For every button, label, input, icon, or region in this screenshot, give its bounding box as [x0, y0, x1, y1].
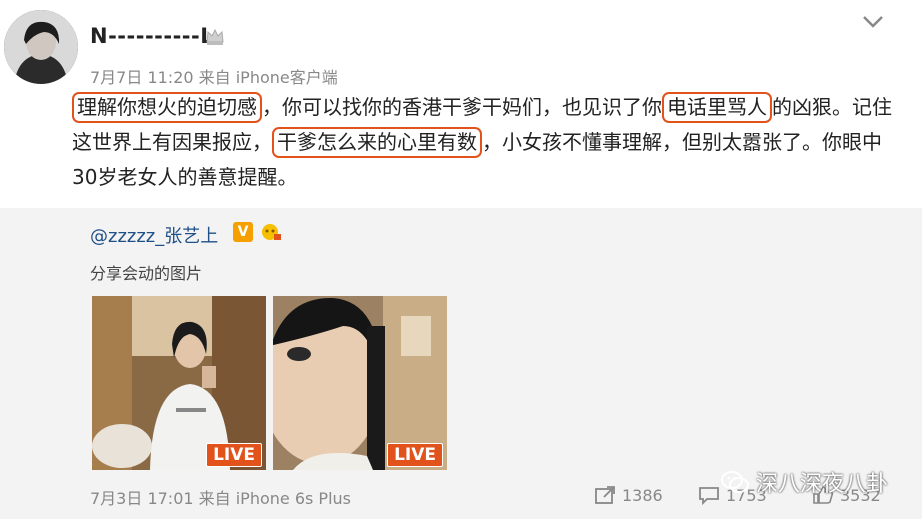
post-body: 理解你想火的迫切感 ，你可以找你的香港干爹干妈们，也见识了你 电话里骂人 的凶狠。记住…: [72, 90, 902, 195]
repost-count: 1386: [622, 485, 663, 505]
wechat-icon: [721, 471, 749, 493]
repost-image[interactable]: LIVE: [92, 296, 266, 470]
highlight-box: 理解你想火的迫切感: [72, 92, 262, 123]
watermark: 深八深夜八卦: [720, 466, 888, 498]
member-badge-icon: [262, 224, 281, 240]
repost-username[interactable]: @zzzzz_张艺上: [90, 222, 218, 248]
repost-time: 7月3日 17:01 来自 iPhone 6s Plus: [90, 489, 351, 508]
comment-icon: [699, 487, 719, 505]
repost-image[interactable]: LIVE: [273, 296, 447, 470]
crown-icon: [206, 28, 224, 45]
avatar[interactable]: [4, 10, 78, 84]
highlight-box: 干爹怎么来的心里有数: [272, 127, 482, 158]
repost-text: 分享会动的图片: [90, 264, 203, 283]
original-post: N----------L 7月7日 11:20 来自 iPhone客户端 理解你…: [0, 0, 922, 208]
post-username[interactable]: N----------L: [90, 24, 214, 48]
verified-badge: V: [233, 222, 253, 242]
repost-count-button[interactable]: 1386: [594, 485, 663, 505]
watermark-text: 深八深夜八卦: [756, 472, 889, 497]
live-badge: LIVE: [387, 443, 443, 467]
highlight-box: 电话里骂人: [662, 92, 772, 123]
post-meta: 7月7日 11:20 来自 iPhone客户端: [90, 68, 338, 87]
live-badge: LIVE: [206, 443, 262, 467]
chevron-down-icon[interactable]: [860, 12, 886, 32]
share-icon: [595, 486, 615, 504]
post-text-segment: ，你可以找你的香港干爹干妈们，也见识了你: [262, 95, 662, 119]
